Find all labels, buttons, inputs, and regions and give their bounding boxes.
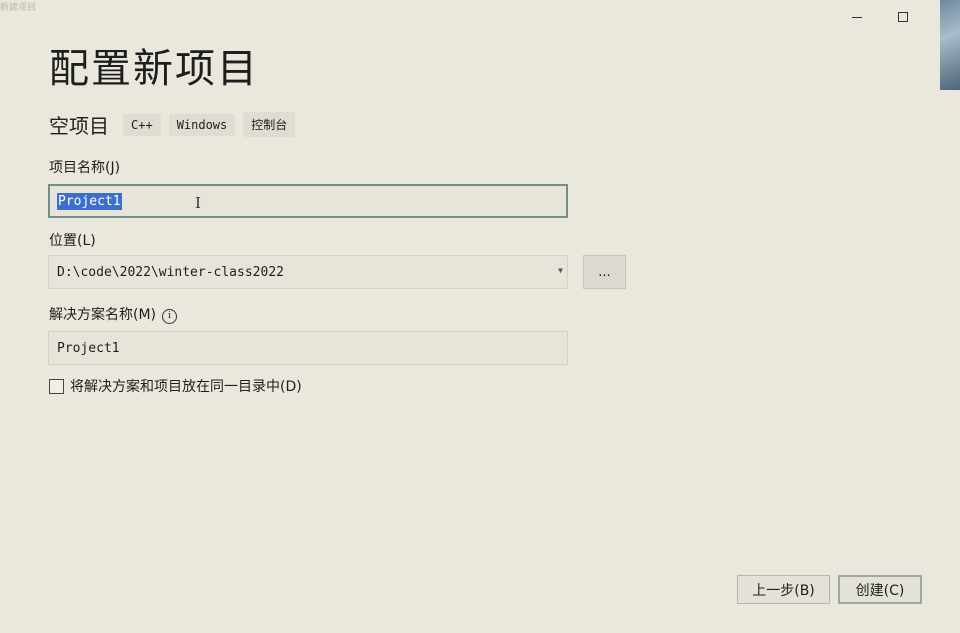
window-controls <box>848 8 912 26</box>
solution-name-value: Project1 <box>57 340 120 356</box>
project-name-input[interactable]: Project1 I <box>48 184 568 218</box>
location-value: D:\code\2022\winter-class2022 <box>57 264 284 280</box>
dropdown-arrow-icon[interactable]: ▼ <box>558 266 563 275</box>
tag-project-type: 控制台 <box>243 112 296 137</box>
tag-language: C++ <box>123 113 161 136</box>
background-window-strip <box>940 0 960 90</box>
same-directory-option[interactable]: 将解决方案和项目放在同一目录中(D) <box>49 376 302 396</box>
page-title: 配置新项目 <box>49 46 259 92</box>
solution-name-label: 解决方案名称(M) <box>49 307 157 323</box>
minimize-icon <box>852 16 862 18</box>
location-label: 位置(L) <box>49 233 96 249</box>
create-button[interactable]: 创建(C) <box>838 575 922 604</box>
info-icon[interactable]: i <box>162 308 178 324</box>
location-combobox[interactable]: D:\code\2022\winter-class2022 ▼ <box>48 255 568 289</box>
project-name-label: 项目名称(J) <box>49 160 121 176</box>
corner-watermark: 新建项目 <box>0 3 37 13</box>
minimize-button[interactable] <box>848 8 866 26</box>
maximize-icon <box>898 12 908 22</box>
text-cursor-icon: I <box>195 194 201 212</box>
same-directory-label: 将解决方案和项目放在同一目录中(D) <box>70 379 302 395</box>
maximize-button[interactable] <box>894 8 912 26</box>
project-name-value: Project1 <box>57 192 122 210</box>
template-name: 空项目 <box>49 114 109 138</box>
solution-name-label-row: 解决方案名称(M) i <box>49 304 178 324</box>
tag-platform: Windows <box>168 113 236 136</box>
same-directory-checkbox[interactable] <box>49 378 64 394</box>
browse-button[interactable]: ... <box>583 255 626 289</box>
back-button[interactable]: 上一步(B) <box>737 575 830 604</box>
solution-name-input[interactable]: Project1 <box>48 331 568 365</box>
template-info: 空项目 C++ Windows 控制台 <box>49 110 296 139</box>
